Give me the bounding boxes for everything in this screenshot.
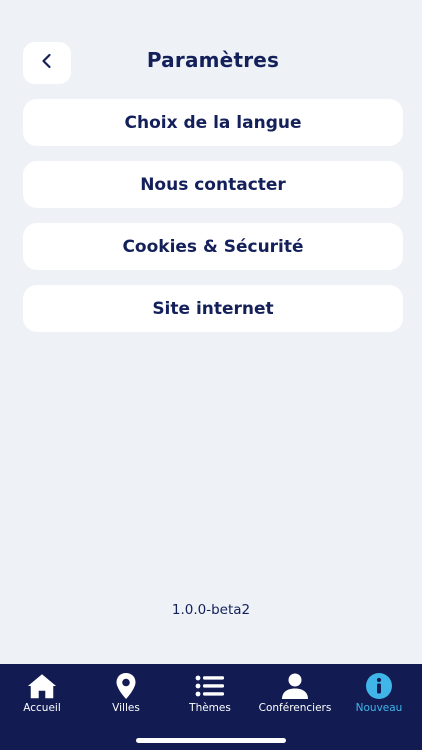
- tab-label: Nouveau: [355, 702, 403, 714]
- list-icon: [195, 672, 225, 700]
- home-icon: [27, 672, 57, 700]
- tab-accueil[interactable]: Accueil: [0, 672, 84, 714]
- tab-label: Conférenciers: [258, 702, 332, 714]
- settings-menu: Choix de la langue Nous contacter Cookie…: [23, 99, 403, 347]
- website-button[interactable]: Site internet: [23, 285, 403, 332]
- contact-us-button[interactable]: Nous contacter: [23, 161, 403, 208]
- tab-label: Villes: [112, 702, 140, 714]
- cookies-security-button[interactable]: Cookies & Sécurité: [23, 223, 403, 270]
- tab-conferenciers[interactable]: Conférenciers: [253, 672, 337, 714]
- home-indicator[interactable]: [136, 738, 286, 743]
- tab-nouveau[interactable]: Nouveau: [337, 672, 421, 714]
- tab-themes[interactable]: Thèmes: [168, 672, 252, 714]
- tab-label: Thèmes: [189, 702, 231, 714]
- tab-label: Accueil: [23, 702, 61, 714]
- info-icon: [364, 672, 394, 700]
- location-pin-icon: [111, 672, 141, 700]
- language-choice-button[interactable]: Choix de la langue: [23, 99, 403, 146]
- tab-villes[interactable]: Villes: [84, 672, 168, 714]
- person-icon: [280, 672, 310, 700]
- app-version: 1.0.0-beta2: [171, 602, 251, 618]
- page-title: Paramètres: [146, 48, 280, 72]
